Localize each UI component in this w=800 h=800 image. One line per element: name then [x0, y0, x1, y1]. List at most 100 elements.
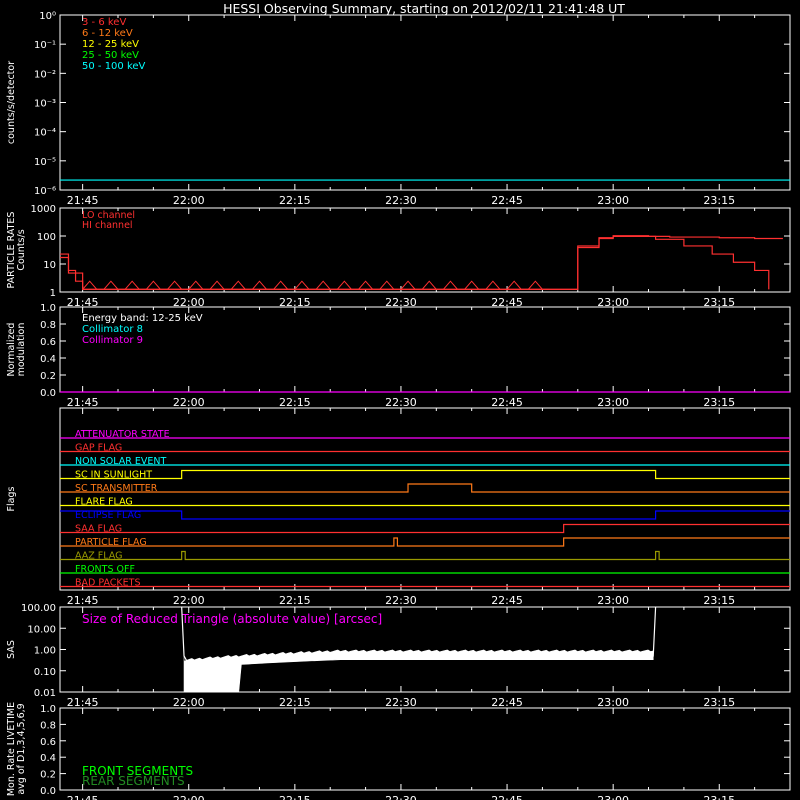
y-axis-label: modulation — [16, 323, 27, 377]
y-tick-label: 10 — [43, 260, 56, 271]
x-tick-label: 22:15 — [279, 696, 311, 709]
y-tick-label: 0.4 — [40, 354, 56, 365]
y-tick-label: 0.2 — [40, 371, 56, 382]
x-tick-label: 22:45 — [491, 194, 523, 207]
y-tick-label: 1.0 — [40, 303, 56, 314]
x-tick-label: 22:45 — [491, 396, 523, 409]
x-tick-label: 23:15 — [703, 194, 735, 207]
y-axis-label: Flags — [6, 486, 17, 511]
legend-entry: Collimator 8 — [82, 324, 143, 335]
legend-entry: 25 - 50 keV — [82, 50, 139, 61]
x-tick-label: 22:30 — [385, 594, 417, 607]
y-tick-label: 0.01 — [34, 688, 56, 699]
x-tick-label: 22:15 — [279, 194, 311, 207]
flag-line — [60, 510, 790, 520]
x-tick-label: 22:00 — [173, 794, 205, 800]
y-tick-label: 10⁻¹ — [34, 40, 56, 51]
y-tick-label: 1 — [50, 288, 56, 299]
y-tick-label: 0.0 — [40, 786, 56, 797]
legend-entry: 3 - 6 keV — [82, 17, 126, 28]
plot-frame — [59, 14, 791, 191]
x-tick-label: 22:15 — [279, 794, 311, 800]
x-tick-label: 22:45 — [491, 794, 523, 800]
x-tick-label: 23:00 — [597, 696, 629, 709]
x-tick-label: 22:30 — [385, 696, 417, 709]
x-tick-label: 23:15 — [703, 396, 735, 409]
panel-sas: 21:45 22:00 22:15 22:30 22:45 23:00 23:15 100.0… — [6, 603, 791, 709]
flag-label: ECLIPSE FLAG — [75, 510, 141, 521]
y-tick-label: 100.00 — [21, 603, 56, 614]
y-tick-label: 10⁻⁵ — [34, 157, 56, 168]
y-tick-label: 0.4 — [40, 753, 56, 764]
legend-entry: 12 - 25 keV — [82, 39, 139, 50]
x-tick-label: 22:30 — [385, 396, 417, 409]
y-tick-label: 10⁻⁴ — [34, 128, 56, 139]
panel-monitor-rate: 21:45 22:00 22:15 22:30 22:45 23:00 23:15 1.0 0.… — [6, 702, 791, 800]
x-tick-label: 23:00 — [597, 194, 629, 207]
panel-modulation: 21:45 22:00 22:15 22:30 22:45 23:00 23:15 1.0 0.… — [6, 303, 791, 409]
flag-line — [60, 483, 790, 493]
y-tick-label: 0.6 — [40, 337, 56, 348]
y-axis-label: Counts/s — [16, 229, 27, 270]
flag-line — [60, 469, 790, 480]
x-tick-label: 22:30 — [385, 194, 417, 207]
x-tick-label: 22:15 — [279, 594, 311, 607]
y-tick-label: 0.6 — [40, 737, 56, 748]
y-tick-label: 0.8 — [40, 720, 56, 731]
y-tick-label: 0.10 — [34, 667, 56, 678]
panel-count-rates: 21:45 22:00 22:15 22:30 22:45 23:00 23:15 10⁰ 10… — [6, 11, 791, 207]
legend-entry: Energy band: 12-25 keV — [82, 313, 203, 324]
x-tick-label: 22:00 — [173, 594, 205, 607]
y-tick-label: 1.00 — [34, 646, 56, 657]
y-tick-label: 0.0 — [40, 388, 56, 399]
x-tick-label: 23:15 — [703, 794, 735, 800]
x-tick-label: 21:45 — [67, 794, 99, 800]
x-tick-label: 21:45 — [67, 396, 99, 409]
y-tick-label: 1.0 — [40, 704, 56, 715]
series-line — [60, 235, 783, 290]
x-tick-label: 22:45 — [491, 594, 523, 607]
y-tick-label: 10⁻⁶ — [34, 186, 56, 197]
x-tick-label: 22:15 — [279, 396, 311, 409]
x-tick-label: 22:30 — [385, 794, 417, 800]
y-tick-label: 10⁰ — [39, 11, 56, 22]
plot-frame — [59, 207, 791, 293]
series-line — [60, 235, 770, 290]
x-tick-label: 23:00 — [597, 594, 629, 607]
y-tick-label: 10⁻³ — [34, 99, 56, 110]
y-tick-label: 10.00 — [27, 624, 56, 635]
y-tick-label: 1000 — [31, 204, 56, 215]
y-tick-label: 0.2 — [40, 770, 56, 781]
y-tick-label: 0.8 — [40, 320, 56, 331]
legend-entry: Size of Reduced Triangle (absolute value… — [82, 612, 382, 626]
observing-summary-chart: HESSI Observing Summary, starting on 201… — [6, 1, 791, 800]
x-tick-label: 22:00 — [173, 396, 205, 409]
x-tick-label: 23:00 — [597, 794, 629, 800]
x-tick-label: 23:15 — [703, 594, 735, 607]
x-tick-label: 21:45 — [67, 194, 99, 207]
legend-entry: 50 - 100 keV — [82, 61, 146, 72]
x-tick-label: 21:45 — [67, 696, 99, 709]
legend-entry: 6 - 12 keV — [82, 28, 133, 39]
y-tick-label: 100 — [37, 232, 56, 243]
x-tick-label: 23:00 — [597, 396, 629, 409]
x-tick-label: 22:45 — [491, 696, 523, 709]
panel-flags: 21:45 22:00 22:15 22:30 22:45 23:00 23:15 Flags… — [6, 407, 791, 607]
x-tick-label: 22:00 — [173, 696, 205, 709]
flag-line — [60, 550, 790, 561]
chart-title: HESSI Observing Summary, starting on 201… — [223, 1, 625, 16]
x-tick-label: 22:00 — [173, 194, 205, 207]
x-tick-label: 23:15 — [703, 696, 735, 709]
y-tick-label: 10⁻² — [34, 69, 56, 80]
x-tick-label: 21:45 — [67, 594, 99, 607]
baseline-noise — [82, 280, 550, 290]
flag-line — [60, 523, 790, 534]
flag-line — [60, 537, 790, 547]
panel-particle-rates: 21:45 22:00 22:15 22:30 22:45 23:00 23:1510001… — [6, 204, 791, 309]
legend-entry: Collimator 9 — [82, 335, 143, 346]
legend-entry: REAR SEGMENTS — [82, 774, 185, 788]
y-axis-label: avg of D1,3,4,5,6,9 — [16, 703, 27, 794]
y-axis-label: SAS — [6, 640, 17, 659]
y-axis-label: counts/s/detector — [6, 61, 17, 144]
legend-entry: HI channel — [82, 220, 133, 231]
